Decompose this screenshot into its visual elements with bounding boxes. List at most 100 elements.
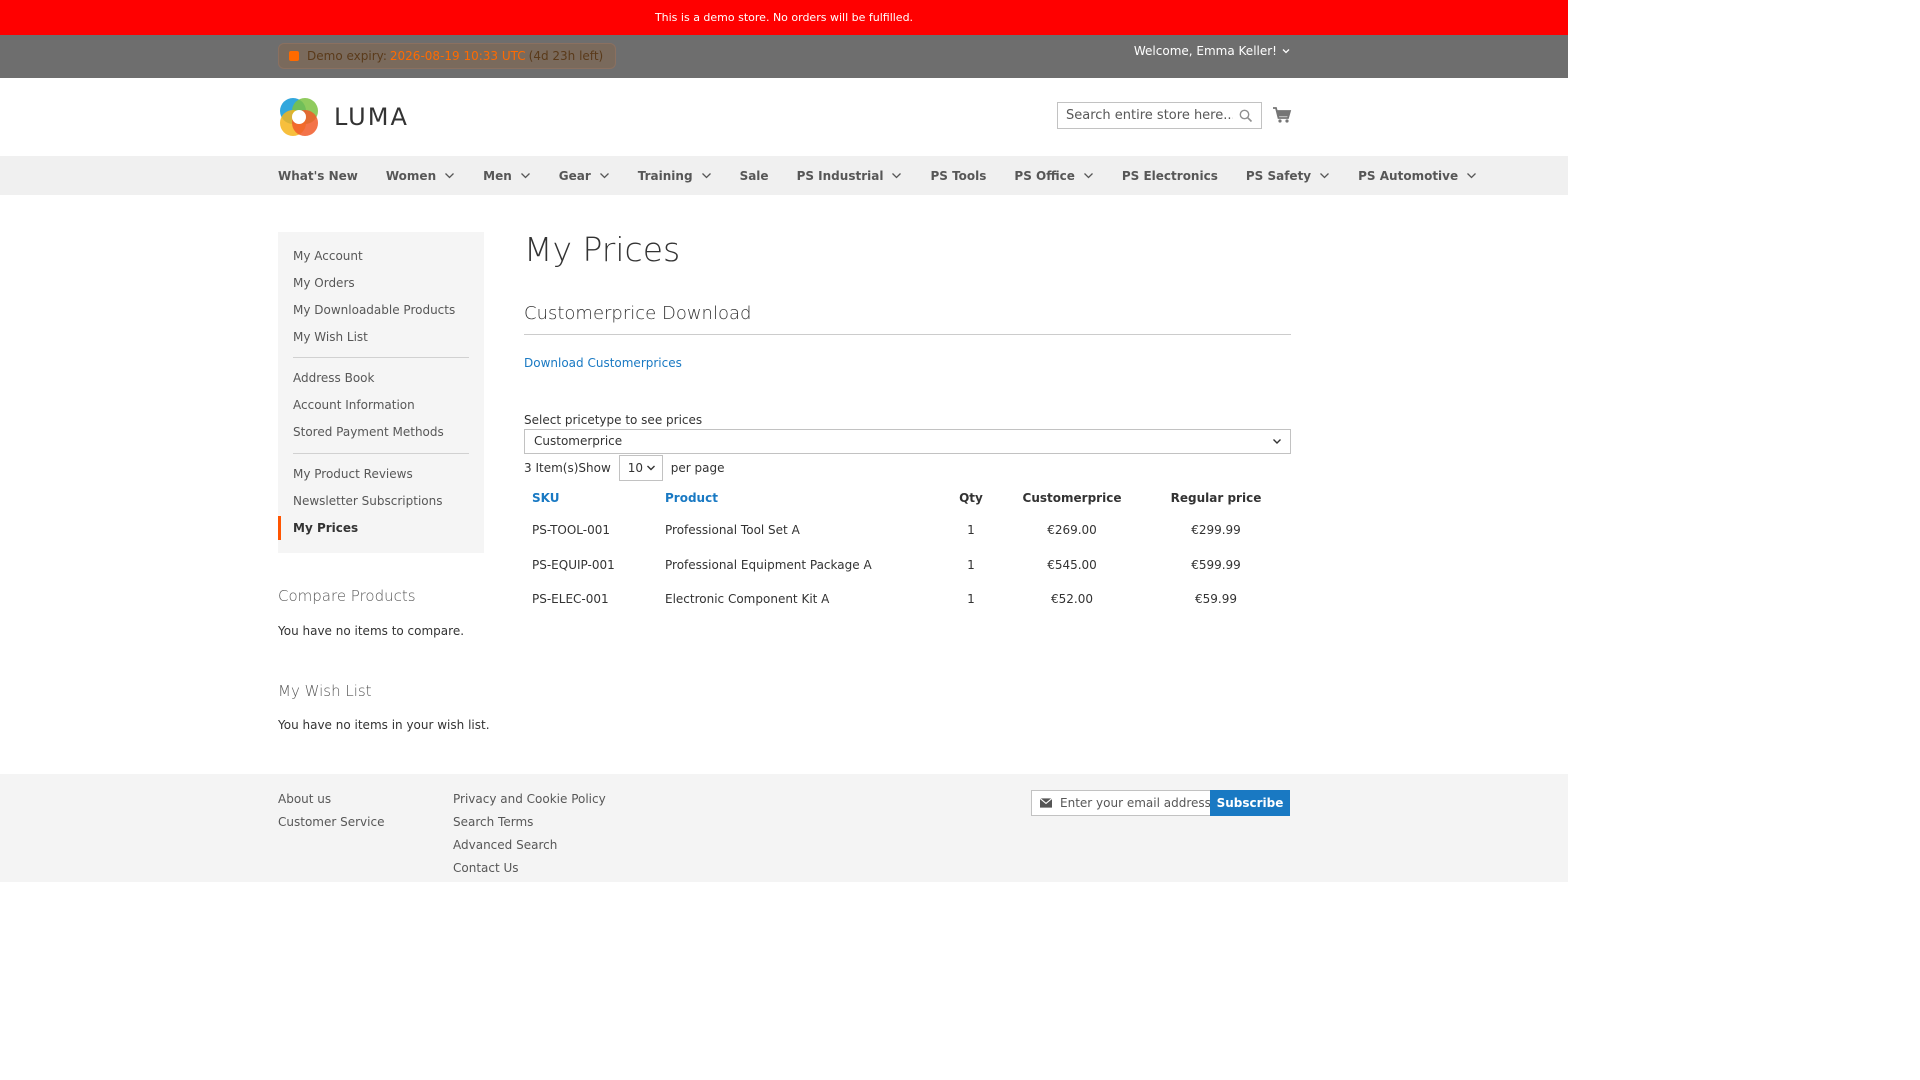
footer-link-about-us[interactable]: About us — [278, 792, 331, 806]
footer-link-search-terms[interactable]: Search Terms — [453, 815, 533, 829]
customer-menu[interactable]: Welcome, Emma Keller! — [1134, 44, 1291, 58]
main-navigation: What's New Women Men Gear Training Sale PS Ind… — [0, 156, 1568, 195]
nav-item-label: Gear — [558, 168, 591, 183]
sidebar-item-my-orders[interactable]: My Orders — [293, 276, 355, 290]
store-logo[interactable]: LUMA — [278, 96, 409, 138]
nav-item-ps-electronics[interactable]: PS Electronics — [1122, 169, 1218, 183]
expiry-time-left: (4d 23h left) — [528, 49, 604, 63]
chevron-down-icon[interactable] — [520, 170, 531, 181]
demo-expiry-badge: Demo expiry: 2026-08-19 10:33 UTC (4d 23… — [278, 43, 617, 69]
download-section-title: Customerprice Download — [524, 303, 752, 324]
chevron-down-icon[interactable] — [1319, 170, 1330, 181]
cell-product: Electronic Component Kit A — [665, 592, 830, 607]
chevron-down-icon[interactable] — [1083, 170, 1094, 181]
per-page-select[interactable]: 10 — [618, 455, 663, 481]
expiry-indicator-icon — [289, 51, 299, 61]
cell-product: Professional Equipment Package A — [665, 557, 872, 572]
nav-item-label: PS Industrial — [796, 168, 884, 183]
compare-empty-text: You have no items to compare. — [278, 624, 465, 638]
wishlist-empty-text: You have no items in your wish list. — [278, 718, 490, 732]
table-row: PS-ELEC-001 Electronic Component Kit A 1… — [524, 582, 1291, 617]
sidebar-item-newsletter-subscriptions[interactable]: Newsletter Subscriptions — [293, 494, 443, 508]
cell-sku: PS-TOOL-001 — [532, 523, 611, 538]
nav-item-ps-industrial[interactable]: PS Industrial — [797, 169, 903, 183]
nav-item-label: Training — [637, 168, 693, 183]
footer-link-privacy-policy[interactable]: Privacy and Cookie Policy — [453, 792, 606, 806]
sidebar-item-stored-payment-methods[interactable]: Stored Payment Methods — [293, 425, 444, 439]
cell-sku: PS-EQUIP-001 — [532, 557, 615, 572]
sidebar-item-downloadable-products[interactable]: My Downloadable Products — [293, 303, 455, 317]
per-page-label: per page — [670, 461, 725, 475]
table-row: PS-TOOL-001 Professional Tool Set A 1 €2… — [524, 513, 1291, 548]
cart-icon[interactable] — [1272, 106, 1292, 124]
cell-regular-price: €599.99 — [1191, 557, 1241, 572]
sidebar-item-account-information[interactable]: Account Information — [293, 398, 415, 412]
panel-header: Demo expiry: 2026-08-19 10:33 UTC (4d 23… — [0, 35, 1568, 78]
sidebar-divider — [293, 453, 469, 454]
column-header-regular-price: Regular price — [1170, 491, 1262, 505]
column-header-sku[interactable]: SKU — [524, 483, 657, 513]
footer-link-contact-us[interactable]: Contact Us — [453, 861, 519, 875]
search-icon[interactable] — [1239, 109, 1253, 123]
chevron-down-icon[interactable] — [701, 170, 712, 181]
sidebar-item-product-reviews[interactable]: My Product Reviews — [293, 467, 413, 481]
sidebar-item-my-prices[interactable]: My Prices — [293, 521, 358, 535]
sidebar-item-wish-list[interactable]: My Wish List — [293, 330, 368, 344]
pricetype-select[interactable]: Customerprice — [524, 429, 1291, 454]
subscribe-button[interactable]: Subscribe — [1210, 790, 1290, 816]
cell-qty: 1 — [967, 523, 975, 538]
expiry-label: Demo expiry: — [307, 49, 387, 63]
nav-item-label: PS Electronics — [1121, 168, 1218, 183]
wishlist-title: My Wish List — [278, 682, 372, 700]
show-label: Show — [578, 461, 611, 475]
chevron-down-icon[interactable] — [599, 170, 610, 181]
chevron-down-icon[interactable] — [891, 170, 902, 181]
welcome-text: Welcome, Emma Keller! — [1133, 44, 1277, 58]
cell-customerprice: €545.00 — [1047, 557, 1097, 572]
chevron-down-icon[interactable] — [1466, 170, 1477, 181]
nav-item-ps-office[interactable]: PS Office — [1014, 169, 1093, 183]
compare-products-title: Compare Products — [278, 587, 416, 605]
sidebar-item-address-book[interactable]: Address Book — [293, 371, 374, 385]
envelope-icon — [1040, 798, 1052, 808]
nav-item-label: PS Tools — [930, 168, 987, 183]
nav-item-training[interactable]: Training — [638, 169, 712, 183]
expiry-date: 2026-08-19 10:33 UTC — [389, 49, 526, 63]
column-header-customerprice: Customerprice — [1022, 491, 1122, 505]
cell-customerprice: €269.00 — [1047, 523, 1097, 538]
pricetype-select-label: Select pricetype to see prices — [524, 413, 703, 427]
nav-item-label: What's New — [278, 168, 358, 183]
page-title: My Prices — [524, 230, 681, 269]
nav-item-label: Women — [385, 168, 437, 183]
site-header: LUMA — [0, 78, 1568, 156]
logo-text: LUMA — [334, 103, 409, 131]
footer-link-advanced-search[interactable]: Advanced Search — [453, 838, 557, 852]
nav-item-what-s-new[interactable]: What's New — [278, 169, 358, 183]
nav-item-ps-safety[interactable]: PS Safety — [1246, 169, 1330, 183]
demo-notice: This is a demo store. No orders will be … — [0, 0, 1568, 35]
account-sidebar: My Account My Orders My Downloadable Pro… — [278, 232, 484, 553]
cell-regular-price: €299.99 — [1191, 523, 1241, 538]
luma-logo-icon — [280, 98, 318, 136]
cell-product: Professional Tool Set A — [665, 523, 800, 538]
nav-item-ps-automotive[interactable]: PS Automotive — [1358, 169, 1477, 183]
site-footer: About us Customer Service Privacy and Co… — [0, 774, 1568, 882]
nav-item-label: Sale — [739, 168, 769, 183]
section-divider — [524, 334, 1291, 335]
download-customerprices-link[interactable]: Download Customerprices — [524, 356, 682, 370]
chevron-down-icon — [646, 465, 655, 471]
nav-item-gear[interactable]: Gear — [559, 169, 610, 183]
newsletter-email-input[interactable] — [1060, 796, 1210, 810]
nav-item-women[interactable]: Women — [386, 169, 455, 183]
chevron-down-icon[interactable] — [444, 170, 455, 181]
nav-item-sale[interactable]: Sale — [740, 169, 769, 183]
nav-item-label: PS Safety — [1245, 168, 1312, 183]
column-header-product[interactable]: Product — [657, 483, 939, 513]
nav-item-ps-tools[interactable]: PS Tools — [930, 169, 986, 183]
search-input[interactable] — [1058, 103, 1233, 128]
nav-item-men[interactable]: Men — [483, 169, 531, 183]
footer-link-customer-service[interactable]: Customer Service — [278, 815, 384, 829]
sidebar-item-my-account[interactable]: My Account — [293, 249, 363, 263]
sidebar-divider — [293, 357, 469, 358]
cell-qty: 1 — [967, 592, 975, 607]
